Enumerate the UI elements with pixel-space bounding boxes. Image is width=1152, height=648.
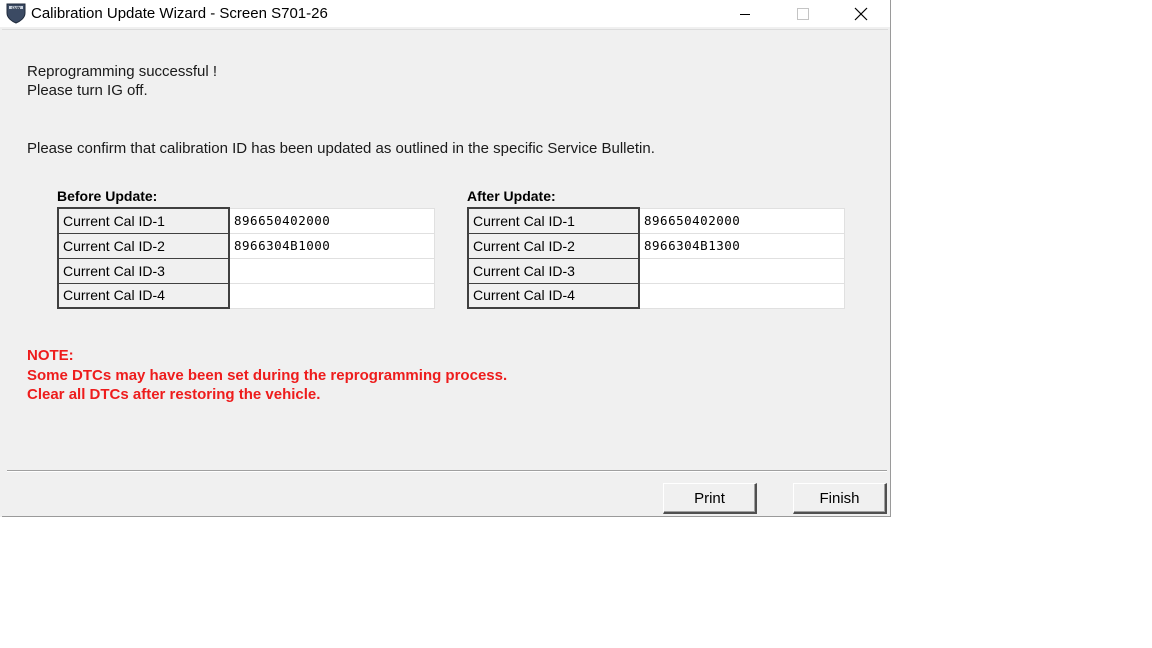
cal-id-value (639, 257, 845, 284)
cal-id-value (229, 282, 435, 309)
svg-text:CUW: CUW (12, 6, 21, 10)
cal-id-label: Current Cal ID-4 (467, 282, 640, 309)
minimize-icon (740, 13, 750, 15)
maximize-icon (797, 7, 809, 20)
minimize-button[interactable] (716, 0, 774, 27)
cuw-shield-icon: CUW (6, 2, 26, 24)
cal-id-label: Current Cal ID-3 (57, 257, 230, 284)
table-row: Current Cal ID-3 (57, 257, 435, 284)
maximize-button[interactable] (774, 0, 832, 27)
cal-id-value (639, 282, 845, 309)
cal-id-value: 8966304B1000 (229, 232, 435, 259)
table-row: Current Cal ID-2 8966304B1000 (57, 232, 435, 259)
title-bar[interactable]: CUW Calibration Update Wizard - Screen S… (0, 0, 890, 27)
table-row: Current Cal ID-1 896650402000 (467, 207, 845, 234)
cal-id-label: Current Cal ID-3 (467, 257, 640, 284)
table-row: Current Cal ID-2 8966304B1300 (467, 232, 845, 259)
close-icon (854, 7, 868, 20)
ig-off-message: Please turn IG off. (27, 82, 148, 99)
cal-id-value: 896650402000 (229, 207, 435, 234)
button-separator (7, 470, 887, 472)
confirm-message: Please confirm that calibration ID has b… (27, 140, 655, 157)
after-update-label: After Update: (467, 188, 556, 204)
close-button[interactable] (832, 0, 890, 27)
table-row: Current Cal ID-1 896650402000 (57, 207, 435, 234)
note-line-dtcs-set: Some DTCs may have been set during the r… (27, 367, 508, 384)
cal-id-value (229, 257, 435, 284)
table-row: Current Cal ID-3 (467, 257, 845, 284)
cal-id-value: 8966304B1300 (639, 232, 845, 259)
cal-id-label: Current Cal ID-4 (57, 282, 230, 309)
cal-id-label: Current Cal ID-1 (467, 207, 640, 234)
window-title: Calibration Update Wizard - Screen S701-… (31, 5, 328, 22)
cal-id-label: Current Cal ID-1 (57, 207, 230, 234)
after-update-table: Current Cal ID-1 896650402000 Current Ca… (467, 207, 845, 309)
before-update-label: Before Update: (57, 188, 158, 204)
table-row: Current Cal ID-4 (467, 282, 845, 309)
success-message: Reprogramming successful ! (27, 63, 218, 80)
cal-id-label: Current Cal ID-2 (57, 232, 230, 259)
table-row: Current Cal ID-4 (57, 282, 435, 309)
print-button[interactable]: Print (663, 483, 757, 514)
cal-id-label: Current Cal ID-2 (467, 232, 640, 259)
finish-button[interactable]: Finish (793, 483, 887, 514)
note-line-clear-dtcs: Clear all DTCs after restoring the vehic… (27, 386, 321, 403)
note-heading: NOTE: (27, 347, 74, 364)
before-update-table: Current Cal ID-1 896650402000 Current Ca… (57, 207, 435, 309)
wizard-window: CUW Calibration Update Wizard - Screen S… (0, 0, 891, 517)
cal-id-value: 896650402000 (639, 207, 845, 234)
